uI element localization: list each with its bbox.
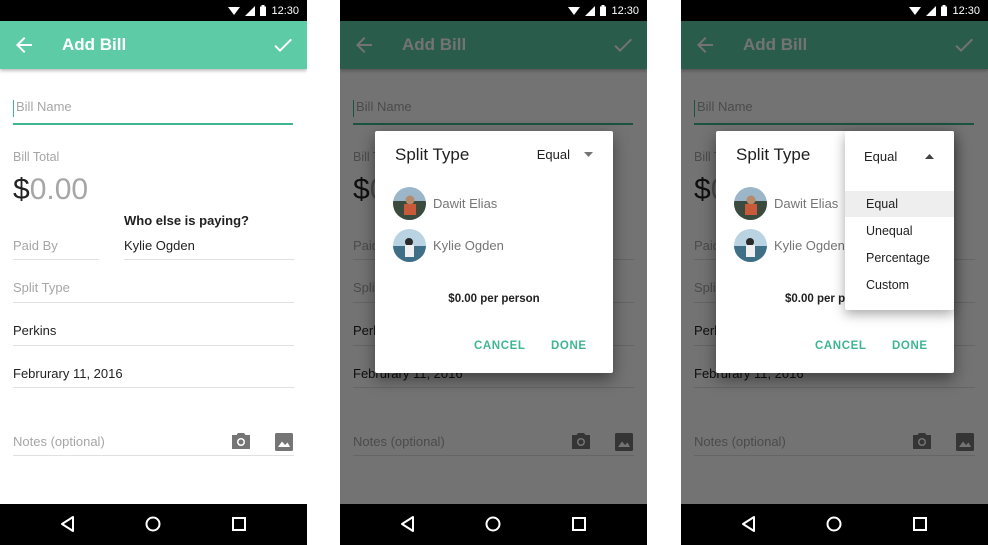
person-row: Dawit Elias [393,187,497,220]
person-name: Kylie Ogden [433,238,504,253]
who-else-label: Who else is paying? [124,213,249,228]
phone-screen-split-menu: 12:30 Add Bill Bill Name Bill Total $0.0… [681,0,988,545]
person-name: Dawit Elias [774,196,839,211]
nav-back-icon[interactable] [739,514,759,534]
battery-icon [941,5,948,16]
status-time: 12:30 [611,4,639,17]
bill-form: Bill Name Bill Total $0.00 Who else is p… [0,69,307,504]
image-icon[interactable] [275,433,293,451]
signal-icon [245,5,256,16]
avatar [393,229,426,262]
split-type-dialog: Split Type Equal Dawit Elias Kylie Ogden… [375,131,613,373]
menu-item-percentage[interactable]: Percentage [845,245,954,271]
paid-by-field[interactable]: Paid By [13,238,58,253]
status-bar: 12:30 [0,0,307,21]
nav-recents-icon[interactable] [229,514,249,534]
per-person-amount: $0.00 per person [448,293,540,305]
split-type-underline [13,302,294,303]
bill-total-field[interactable]: $0.00 [13,173,88,207]
notes-underline [13,455,294,456]
bill-name-field[interactable]: Bill Name [16,99,72,114]
battery-icon [260,5,267,16]
split-type-selected[interactable]: Equal [864,149,897,164]
cancel-button[interactable]: CANCEL [815,340,867,352]
bill-total-label: Bill Total [13,150,60,164]
split-type-field[interactable]: Split Type [13,280,70,295]
wifi-icon [568,6,581,15]
avatar [734,229,767,262]
co-payer-field[interactable]: Kylie Ogden [124,238,195,253]
nav-recents-icon[interactable] [910,514,930,534]
back-arrow-icon[interactable] [12,33,36,57]
person-row: Kylie Ogden [734,229,845,262]
status-time: 12:30 [271,4,299,17]
nav-recents-icon[interactable] [569,514,589,534]
paid-by-underline [13,259,99,260]
amount-placeholder: 0.00 [29,173,89,206]
nav-home-icon[interactable] [824,514,844,534]
dropdown-up-arrow-icon[interactable] [925,154,934,159]
nav-home-icon[interactable] [483,514,503,534]
phone-screen-split-dialog: 12:30 Add Bill Bill Name Bill Total $0.0… [340,0,647,545]
phone-screen-add-bill: 12:30 Add Bill Bill Name Bill Total $0.0… [0,0,307,545]
person-name: Dawit Elias [433,196,498,211]
done-button[interactable]: DONE [892,340,928,352]
battery-icon [600,5,607,16]
check-icon[interactable] [271,33,295,57]
status-bar: 12:30 [681,0,988,21]
signal-icon [585,5,596,16]
page-title: Add Bill [62,35,127,54]
nav-home-icon[interactable] [143,514,163,534]
app-toolbar: Add Bill [0,21,307,69]
dropdown-arrow-icon [584,152,593,157]
status-bar: 12:30 [340,0,647,21]
done-button[interactable]: DONE [551,340,587,352]
system-navbar [0,504,307,545]
system-navbar [340,504,647,545]
avatar [734,187,767,220]
camera-icon[interactable] [231,432,251,450]
per-person-amount: $0.00 per p [785,293,846,305]
currency-symbol: $ [13,173,30,206]
person-name: Kylie Ogden [774,238,845,253]
menu-item-unequal[interactable]: Unequal [845,218,954,244]
wifi-icon [909,6,922,15]
nav-back-icon[interactable] [398,514,418,534]
system-navbar [681,504,988,545]
cancel-button[interactable]: CANCEL [474,340,526,352]
text-cursor [13,100,14,117]
dialog-title: Split Type [736,145,811,164]
notes-field[interactable]: Notes (optional) [13,434,105,449]
split-type-dropdown-menu: Equal Equal Unequal Percentage Custom [845,131,954,310]
person-row: Dawit Elias [734,187,838,220]
nav-back-icon[interactable] [58,514,78,534]
merchant-field[interactable]: Perkins [13,323,56,338]
dialog-title: Split Type [395,145,470,164]
signal-icon [926,5,937,16]
person-row: Kylie Ogden [393,229,504,262]
date-field[interactable]: Februrary 11, 2016 [13,366,123,381]
split-type-selected: Equal [536,147,570,162]
merchant-underline [13,345,294,346]
status-time: 12:30 [952,4,980,17]
date-underline [13,387,294,388]
wifi-icon [228,6,241,15]
avatar [393,187,426,220]
menu-item-equal[interactable]: Equal [845,191,954,217]
co-payer-underline [124,259,294,260]
split-type-select[interactable]: Equal [537,147,593,162]
bill-name-underline [13,123,293,125]
menu-item-custom[interactable]: Custom [845,272,954,298]
